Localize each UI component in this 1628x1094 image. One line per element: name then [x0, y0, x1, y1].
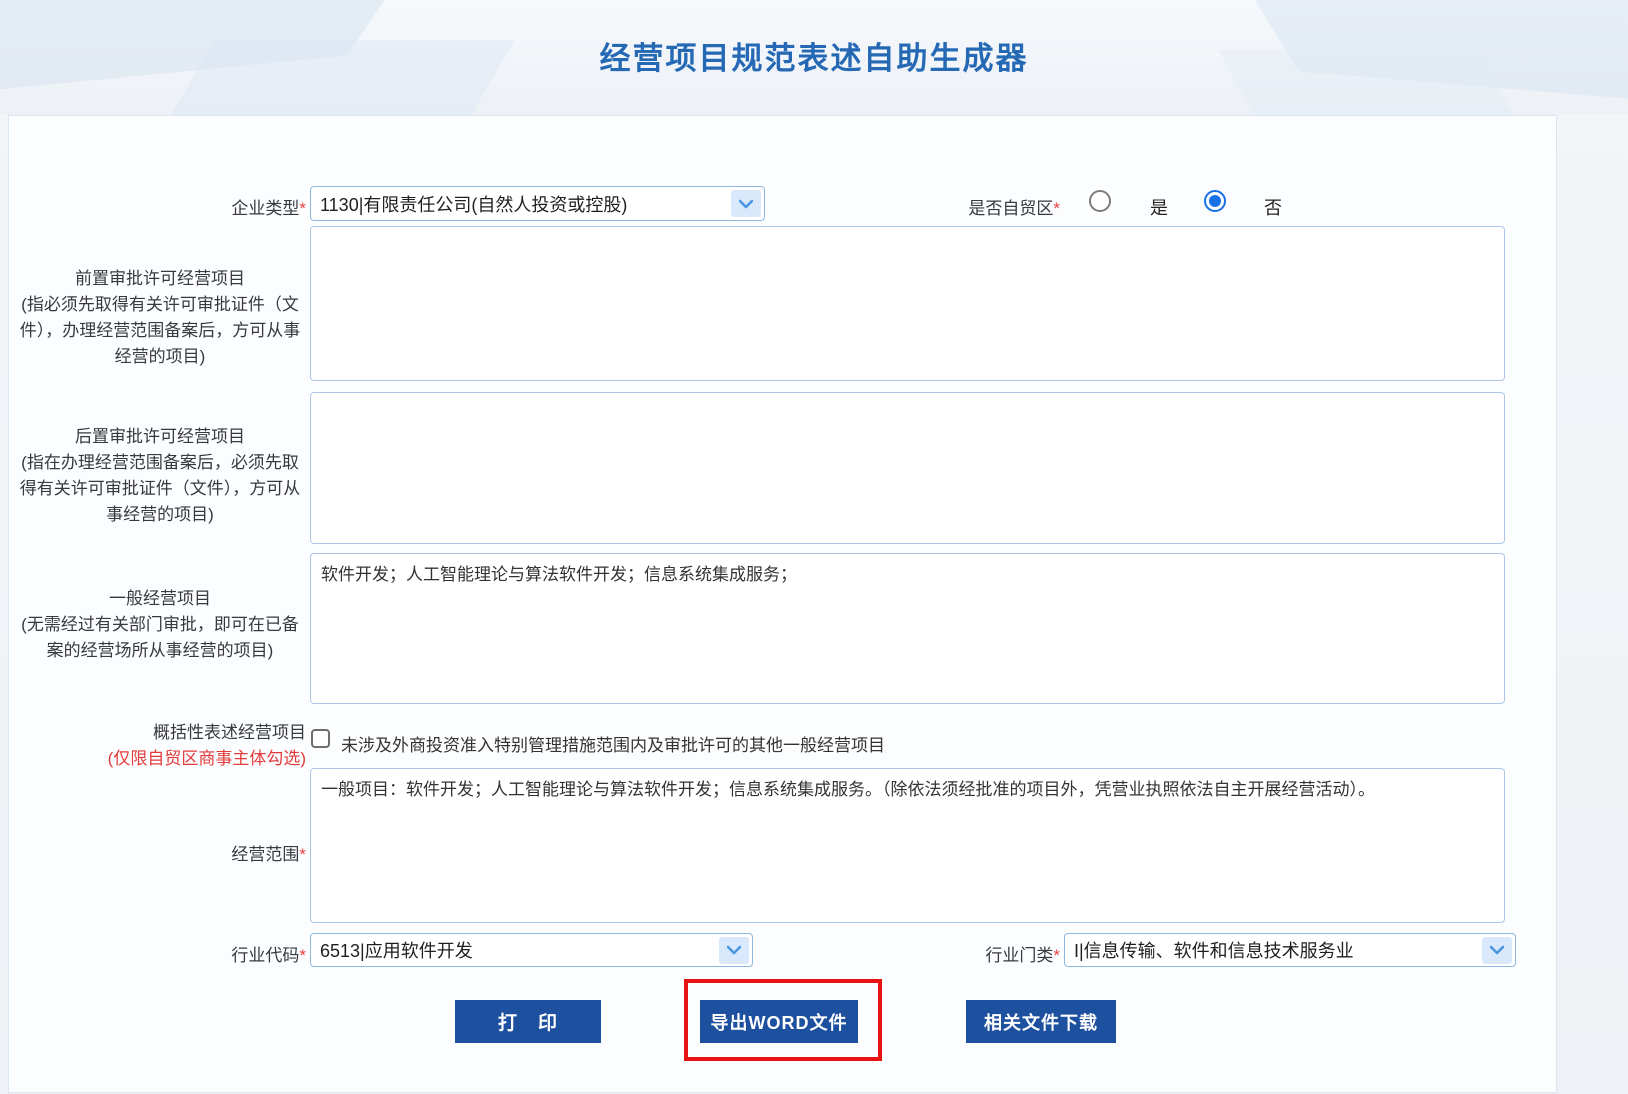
required-asterisk: * [299, 199, 306, 218]
ftz-label: 是否自贸区* [880, 194, 1060, 219]
summary-items-label: 概括性表述经营项目 (仅限自贸区商事主体勾选) [14, 720, 306, 772]
print-button[interactable]: 打 印 [455, 1000, 601, 1043]
ftz-radio-no-label[interactable]: 否 [1264, 194, 1282, 220]
post-approval-label-title: 后置审批许可经营项目 [14, 424, 306, 450]
pre-approval-label-title: 前置审批许可经营项目 [14, 266, 306, 292]
ftz-radio-yes-label[interactable]: 是 [1150, 194, 1168, 220]
industry-category-select[interactable]: I|信息传输、软件和信息技术服务业 [1064, 933, 1516, 967]
enterprise-type-value: 1130|有限责任公司(自然人投资或控股) [311, 191, 731, 217]
export-word-button[interactable]: 导出WORD文件 [700, 1000, 858, 1043]
ftz-label-text: 是否自贸区 [968, 199, 1053, 218]
industry-category-value: I|信息传输、软件和信息技术服务业 [1065, 937, 1482, 963]
industry-code-label-text: 行业代码 [231, 946, 299, 965]
required-asterisk: * [1053, 199, 1060, 218]
summary-items-checkbox-label[interactable]: 未涉及外商投资准入特别管理措施范围内及审批许可的其他一般经营项目 [341, 731, 885, 756]
enterprise-type-select[interactable]: 1130|有限责任公司(自然人投资或控股) [310, 186, 765, 221]
business-scope-textarea[interactable]: 一般项目：软件开发；人工智能理论与算法软件开发；信息系统集成服务。（除依法须经批… [310, 768, 1505, 923]
industry-category-label: 行业门类* [875, 941, 1060, 966]
download-files-button[interactable]: 相关文件下载 [966, 1000, 1116, 1043]
industry-category-label-text: 行业门类 [985, 946, 1053, 965]
industry-code-select[interactable]: 6513|应用软件开发 [310, 933, 753, 967]
post-approval-label: 后置审批许可经营项目 (指在办理经营范围备案后，必须先取得有关许可审批证件（文件… [14, 424, 306, 528]
chevron-down-icon[interactable] [1482, 937, 1512, 964]
industry-code-value: 6513|应用软件开发 [311, 937, 719, 963]
ftz-radio-no[interactable] [1204, 190, 1226, 212]
required-asterisk: * [299, 946, 306, 965]
pre-approval-label: 前置审批许可经营项目 (指必须先取得有关许可审批证件（文件），办理经营范围备案后… [14, 266, 306, 370]
chevron-down-icon[interactable] [731, 190, 761, 217]
business-scope-label-text: 经营范围 [231, 845, 299, 864]
general-items-label: 一般经营项目 (无需经过有关部门审批，即可在已备案的经营场所从事经营的项目) [14, 586, 306, 664]
summary-items-label-note: (仅限自贸区商事主体勾选) [14, 746, 306, 772]
general-items-textarea[interactable]: 软件开发；人工智能理论与算法软件开发；信息系统集成服务； [310, 553, 1505, 704]
general-items-label-title: 一般经营项目 [14, 586, 306, 612]
ftz-radio-yes[interactable] [1089, 190, 1111, 212]
summary-items-checkbox[interactable] [311, 729, 330, 748]
page-title: 经营项目规范表述自助生成器 [0, 33, 1628, 78]
business-scope-label: 经营范围* [18, 840, 306, 865]
enterprise-type-label-text: 企业类型 [231, 199, 299, 218]
pre-approval-textarea[interactable] [310, 226, 1505, 381]
required-asterisk: * [1053, 946, 1060, 965]
industry-code-label: 行业代码* [18, 941, 306, 966]
required-asterisk: * [299, 845, 306, 864]
page: 经营项目规范表述自助生成器 企业类型* 1130|有限责任公司(自然人投资或控股… [0, 0, 1628, 1094]
enterprise-type-label: 企业类型* [18, 194, 306, 219]
summary-items-label-title: 概括性表述经营项目 [14, 720, 306, 746]
pre-approval-label-note: (指必须先取得有关许可审批证件（文件），办理经营范围备案后，方可从事经营的项目) [14, 292, 306, 370]
post-approval-label-note: (指在办理经营范围备案后，必须先取得有关许可审批证件（文件），方可从事经营的项目… [14, 450, 306, 528]
post-approval-textarea[interactable] [310, 392, 1505, 544]
general-items-label-note: (无需经过有关部门审批，即可在已备案的经营场所从事经营的项目) [14, 612, 306, 664]
chevron-down-icon[interactable] [719, 937, 749, 964]
